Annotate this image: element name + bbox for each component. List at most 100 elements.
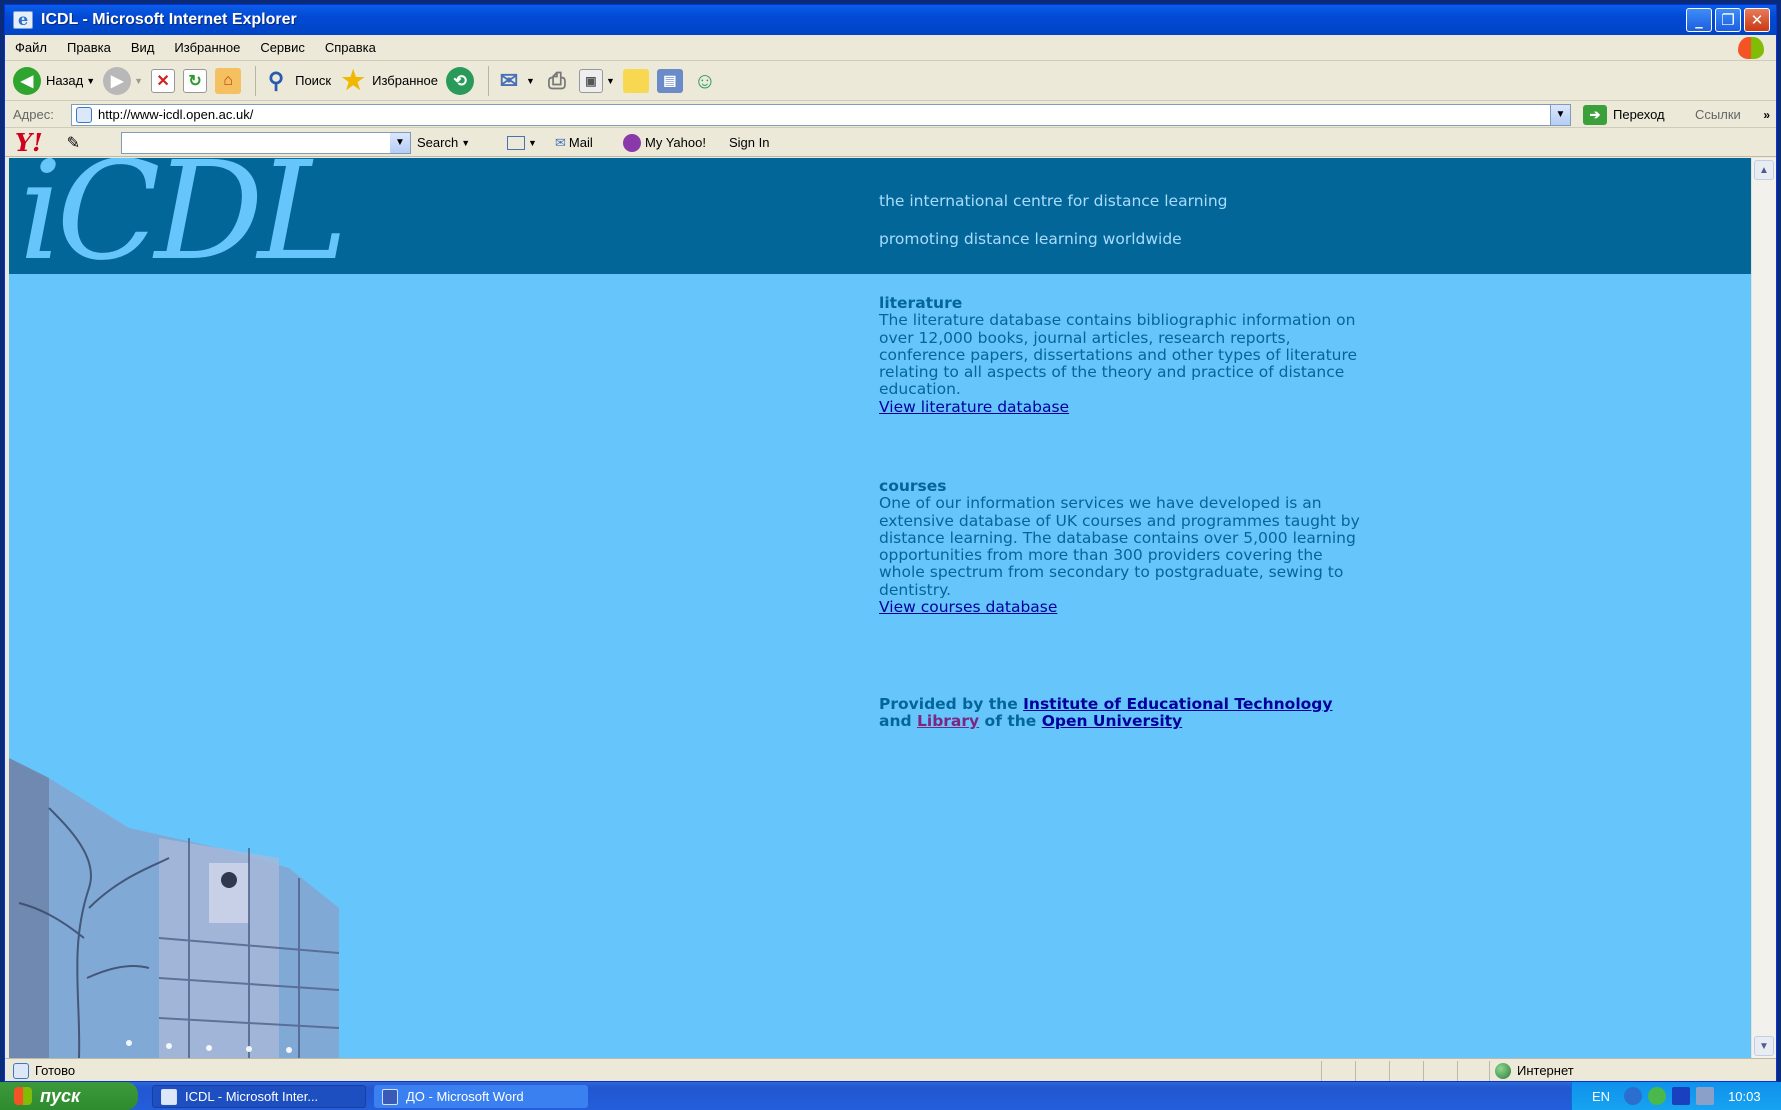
title-bar[interactable]: ICDL - Microsoft Internet Explorer _ ❐ ✕ [5,5,1776,35]
browser-window: ICDL - Microsoft Internet Explorer _ ❐ ✕… [4,4,1777,1082]
back-button[interactable]: ◀ Назад ▼ [13,66,95,95]
mail-envelope-icon: ✉ [555,134,566,150]
mail-dropdown-icon[interactable]: ▼ [526,76,535,86]
my-yahoo-label: My Yahoo! [645,135,706,150]
edit-button[interactable]: ▣ ▼ [578,68,615,93]
print-button[interactable]: ⎙ [543,67,571,95]
close-button[interactable]: ✕ [1744,8,1770,32]
yahoo-search-dropdown-icon[interactable]: ▼ [390,132,410,153]
tray-media-icon[interactable] [1672,1087,1691,1105]
research-button[interactable]: ▤ [656,68,683,93]
bookmarks-dropdown-icon[interactable]: ▼ [528,138,537,148]
yahoo-mail-button[interactable]: ✉ Mail [555,135,593,151]
page-content: iCDL the international centre for distan… [9,158,1753,1058]
address-bar: Адрес: http://www-icdl.open.ac.uk/ ▼ ➔ П… [5,102,1776,128]
go-label: Переход [1613,107,1665,122]
library-link[interactable]: Library [917,712,979,730]
vertical-scrollbar[interactable]: ▲ ▼ [1751,158,1776,1058]
tray-arrow-icon[interactable] [1624,1087,1643,1105]
standard-toolbar: ◀ Назад ▼ ▶ ▼ ✕ ↻ ⌂ ⚲ Поиск ★ Избранное … [5,61,1776,101]
windows-flag-icon [14,1087,32,1105]
yahoo-logo[interactable]: Y! [15,128,43,157]
view-courses-link[interactable]: View courses database [879,598,1057,616]
credit-and: and [879,712,912,731]
status-divider [1355,1061,1356,1081]
restore-button[interactable]: ❐ [1715,8,1741,32]
page-icon [76,106,92,123]
pencil-icon[interactable]: ✎ [67,133,80,153]
sign-in-button[interactable]: Sign In [729,135,769,150]
home-button[interactable]: ⌂ [215,67,242,94]
ie-task-icon [161,1088,177,1105]
status-bar: Готово Интернет [5,1058,1776,1082]
back-dropdown-icon[interactable]: ▼ [86,76,95,86]
toolbar-overflow-icon[interactable]: » [1763,108,1770,122]
yahoo-search-label: Search [417,135,459,150]
view-literature-link[interactable]: View literature database [879,398,1069,416]
credit-of: of the [984,712,1037,731]
status-text: Готово [35,1063,76,1078]
clock: 10:03 [1728,1088,1761,1104]
forward-arrow-icon: ▶ [103,66,132,95]
my-yahoo-button[interactable]: My Yahoo! [623,133,706,152]
tagline-promoting: promoting distance learning worldwide [879,230,1182,248]
tray-network-icon[interactable] [1696,1087,1715,1105]
status-divider [1423,1061,1424,1081]
word-task-icon [382,1088,398,1105]
courses-section: courses One of our information services … [879,477,1369,616]
menu-help[interactable]: Справка [315,40,386,55]
search-icon: ⚲ [268,67,285,93]
research-icon: ▤ [656,68,683,93]
forward-dropdown-icon[interactable]: ▼ [134,76,143,86]
minimize-button[interactable]: _ [1686,8,1712,32]
refresh-button[interactable]: ↻ [183,68,208,93]
yahoo-toolbar: Y! ✎ ▼ Search ▼ ▼ ✉ Mail My Yahoo! Sign … [5,128,1776,157]
status-divider [1321,1061,1322,1081]
address-dropdown-icon[interactable]: ▼ [1550,104,1570,125]
status-page-icon [13,1062,29,1079]
zone-label: Интернет [1517,1063,1574,1078]
forward-button[interactable]: ▶ ▼ [103,66,143,95]
menu-edit[interactable]: Правка [57,40,121,55]
favorites-button[interactable]: ★ Избранное [339,65,439,95]
star-icon: ★ [341,65,365,95]
task-ie-label: ICDL - Microsoft Inter... [185,1089,319,1104]
menu-tools[interactable]: Сервис [250,40,315,55]
iet-link[interactable]: Institute of Educational Technology [1023,695,1332,713]
menu-favorites[interactable]: Избранное [164,40,250,55]
search-button[interactable]: ⚲ Поиск [262,67,331,95]
edit-dropdown-icon[interactable]: ▼ [606,76,615,86]
back-arrow-icon: ◀ [13,66,41,95]
favorites-label: Избранное [372,73,439,88]
yahoo-search-options-icon[interactable]: ▼ [461,138,470,148]
ie-icon [13,10,33,29]
menu-file[interactable]: Файл [5,40,57,55]
open-university-link[interactable]: Open University [1042,712,1182,730]
menu-view[interactable]: Вид [121,40,165,55]
yahoo-bookmarks-button[interactable]: ▼ [507,135,537,150]
task-word[interactable]: ДО - Microsoft Word [374,1085,588,1108]
mail-button[interactable]: ✉ ▼ [495,67,535,95]
stop-button[interactable]: ✕ [151,68,176,93]
credit-prefix: Provided by the [879,695,1018,713]
provider-credit: Provided by the Institute of Educational… [879,695,1359,731]
status-divider [1389,1061,1390,1081]
task-ie[interactable]: ICDL - Microsoft Inter... [152,1085,366,1108]
tray-flower-icon[interactable] [1648,1087,1667,1105]
scroll-down-icon[interactable]: ▼ [1754,1036,1774,1056]
yahoo-search-button[interactable]: Search ▼ [417,135,470,150]
address-input[interactable]: http://www-icdl.open.ac.uk/ ▼ [71,103,1571,126]
language-indicator[interactable]: EN [1592,1089,1610,1104]
courses-description: One of our information services we have … [879,494,1360,599]
home-icon: ⌂ [215,67,242,94]
links-toolbar[interactable]: Ссылки [1695,107,1741,122]
yahoo-search-input[interactable]: ▼ [121,131,411,154]
discuss-button[interactable] [622,68,649,93]
scroll-up-icon[interactable]: ▲ [1754,160,1774,180]
go-button[interactable]: ➔ Переход [1583,104,1665,125]
messenger-button[interactable]: ☺ [691,67,719,95]
tagline-centre: the international centre for distance le… [879,192,1228,210]
start-button[interactable]: пуск [0,1082,138,1110]
note-icon [622,68,649,93]
history-button[interactable]: ⟲ [446,66,475,95]
